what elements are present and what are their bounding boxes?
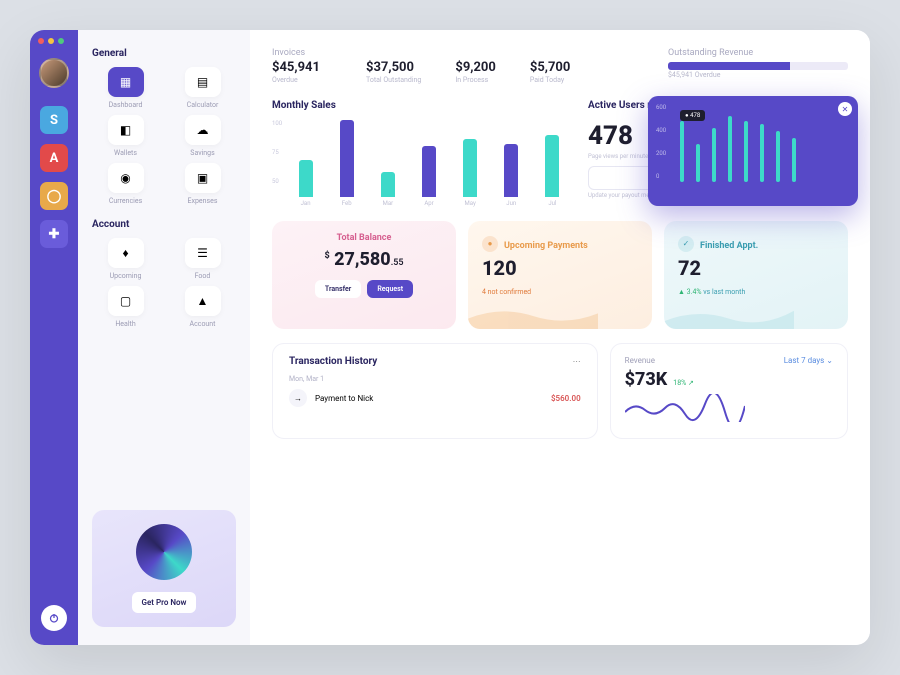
- promo-card: Get Pro Now: [92, 510, 236, 627]
- window-controls[interactable]: [30, 38, 64, 44]
- more-icon[interactable]: ⋯: [573, 357, 581, 366]
- tooltip: ● 478: [680, 110, 705, 121]
- rail-app[interactable]: A: [40, 144, 68, 172]
- revenue-progress-bar: [668, 62, 848, 70]
- avatar[interactable]: [39, 58, 69, 88]
- active-users-popup: ✕ 6004002000 ● 478: [648, 96, 858, 206]
- request-button[interactable]: Request: [367, 280, 413, 298]
- rail-app[interactable]: ◯: [40, 182, 68, 210]
- nav-item-wallets[interactable]: ◧Wallets: [92, 115, 159, 157]
- sun-icon: ●: [482, 236, 498, 252]
- outstanding-revenue: Outstanding Revenue $45,941 Overdue: [668, 48, 848, 84]
- power-button[interactable]: [41, 605, 67, 631]
- check-icon: ✓: [678, 236, 694, 252]
- upcoming-payments-card: ●Upcoming Payments 120 4 not confirmed: [468, 221, 652, 329]
- total-balance-card: Total Balance $ 27,580.55 Transfer Reque…: [272, 221, 456, 329]
- transfer-button[interactable]: Transfer: [315, 280, 361, 298]
- revenue-card: RevenueLast 7 days ⌄ $73K18% ↗: [610, 343, 848, 439]
- nav-item-account[interactable]: ▲Account: [169, 286, 236, 328]
- nav-section-account: Account: [92, 219, 236, 230]
- nav-item-food[interactable]: ☰Food: [169, 238, 236, 280]
- main-content: Invoices $45,941 Overdue $37,500Total Ou…: [250, 30, 870, 645]
- close-icon[interactable]: ✕: [838, 102, 852, 116]
- app-window: SA ◯ ✚ General ▦Dashboard▤Calculator◧Walle…: [30, 30, 870, 645]
- invoices-title: Invoices: [272, 48, 332, 58]
- nav-item-upcoming[interactable]: ♦Upcoming: [92, 238, 159, 280]
- transaction-row[interactable]: → Payment to Nick $560.00: [289, 389, 581, 407]
- nav-item-expenses[interactable]: ▣Expenses: [169, 163, 236, 205]
- finished-appt-card: ✓Finished Appt. 72 ▲ 3.4% vs last month: [664, 221, 848, 329]
- nav-panel: General ▦Dashboard▤Calculator◧Wallets☁Sa…: [78, 30, 250, 645]
- nav-item-savings[interactable]: ☁Savings: [169, 115, 236, 157]
- balance-value: $ 27,580.55: [286, 249, 442, 270]
- invoice-metrics: Invoices $45,941 Overdue $37,500Total Ou…: [272, 48, 848, 84]
- nav-section-general: General: [92, 48, 236, 59]
- arrow-icon: →: [289, 389, 307, 407]
- active-users-panel: Active Users right now⋯ 478 Page views p…: [588, 100, 848, 207]
- transaction-history: Transaction History⋯ Mon, Mar 1 → Paymen…: [272, 343, 598, 439]
- nav-item-currencies[interactable]: ◉Currencies: [92, 163, 159, 205]
- monthly-sales-chart: Monthly Sales 1007550 JanFebMarAprMayJun…: [272, 100, 572, 207]
- range-dropdown[interactable]: Last 7 days ⌄: [784, 356, 833, 365]
- promo-orb-icon: [136, 524, 192, 580]
- get-pro-button[interactable]: Get Pro Now: [132, 592, 197, 613]
- nav-item-dashboard[interactable]: ▦Dashboard: [92, 67, 159, 109]
- rail-app[interactable]: ✚: [40, 220, 68, 248]
- rail-app[interactable]: S: [40, 106, 68, 134]
- nav-item-calculator[interactable]: ▤Calculator: [169, 67, 236, 109]
- rail-sidebar: SA ◯ ✚: [30, 30, 78, 645]
- active-users-count: 478: [588, 121, 633, 151]
- nav-item-health[interactable]: ▢Health: [92, 286, 159, 328]
